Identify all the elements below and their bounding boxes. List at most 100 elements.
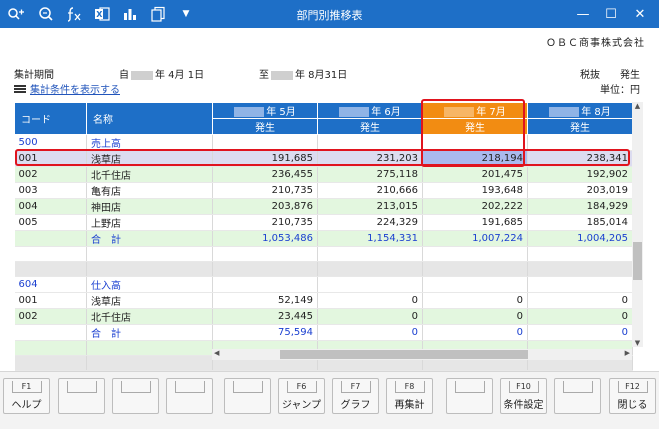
cell-name: 仕入高 <box>86 276 213 293</box>
scroll-down-icon[interactable]: ▼ <box>632 339 643 347</box>
fkey-number <box>120 381 151 393</box>
cell-name: 売上高 <box>86 134 213 151</box>
cell-code: 002 <box>14 166 87 183</box>
fkey-label: 条件設定 <box>503 400 544 411</box>
period-to-prefix: 至 <box>259 70 269 81</box>
cell-value <box>317 276 423 293</box>
tax-label: 税抜 <box>580 70 600 81</box>
scroll-up-icon[interactable]: ▲ <box>632 102 643 110</box>
table-row[interactable]: 合 計 75,594 0 0 0 <box>14 324 633 341</box>
header-sub-7: 発生 <box>422 118 528 135</box>
maximize-icon[interactable]: ☐ <box>598 4 624 24</box>
cell-code: 002 <box>14 308 87 325</box>
cell-value <box>317 261 423 277</box>
fkey-empty[interactable] <box>112 378 159 414</box>
header-month-7[interactable]: 年 7月 <box>422 102 528 119</box>
minimize-icon[interactable]: — <box>570 4 596 24</box>
list-icon <box>14 84 26 94</box>
fkey-label: ジャンプ <box>281 400 322 411</box>
table-row[interactable]: 500 売上高 <box>14 134 633 151</box>
close-icon[interactable]: ✕ <box>627 4 653 24</box>
table-row[interactable]: 002 北千住店 23,445 0 0 0 <box>14 308 633 325</box>
title-bar: X ▼ 部門別推移表 — ☐ ✕ <box>0 0 659 28</box>
period-to-date: 年 8月31日 <box>295 70 348 81</box>
cell-value <box>317 134 423 151</box>
fkey-number <box>174 381 205 393</box>
header-month-5[interactable]: 年 5月 <box>212 102 318 119</box>
cell-value: 23,445 <box>212 308 318 325</box>
cell-name: 合 計 <box>86 230 213 247</box>
masked-year <box>131 70 153 80</box>
header-code[interactable]: コード <box>14 102 87 135</box>
cell-value: 0 <box>317 308 423 325</box>
fkey-f10[interactable]: F10 条件設定 <box>500 378 547 414</box>
period-from: 自 年 4月 1日 <box>119 66 204 81</box>
table-row[interactable] <box>14 261 633 277</box>
scroll-left-icon[interactable]: ◀ <box>214 349 219 357</box>
fkey-empty[interactable] <box>58 378 105 414</box>
fkey-f8[interactable]: F8 再集計 <box>386 378 433 414</box>
cell-value: 210,735 <box>212 214 318 231</box>
table-row[interactable] <box>14 246 633 262</box>
table-row[interactable]: 001 浅草店 52,149 0 0 0 <box>14 292 633 309</box>
table-row[interactable]: 003 亀有店 210,735 210,666 193,648 203,019 <box>14 182 633 199</box>
table-row[interactable]: 合 計 1,053,486 1,154,331 1,007,224 1,004,205 <box>14 230 633 247</box>
cell-value <box>212 261 318 277</box>
month-label: 年 5月 <box>266 107 296 118</box>
fkey-empty[interactable] <box>554 378 601 414</box>
cell-code <box>14 340 87 356</box>
fkey-f6[interactable]: F6 ジャンプ <box>278 378 325 414</box>
cell-name <box>86 246 213 262</box>
fkey-number: F12 <box>617 381 648 393</box>
table-row[interactable]: 604 仕入高 <box>14 276 633 293</box>
fkey-empty[interactable] <box>166 378 213 414</box>
cell-code: 001 <box>14 292 87 309</box>
fkey-empty[interactable] <box>224 378 271 414</box>
month-label: 年 7月 <box>476 107 506 118</box>
fkey-f1[interactable]: F1 ヘルプ <box>3 378 50 414</box>
cell-value: 184,929 <box>527 198 633 215</box>
table-row[interactable]: 004 神田店 203,876 213,015 202,222 184,929 <box>14 198 633 215</box>
table-row[interactable]: 002 北千住店 236,455 275,118 201,475 192,902 <box>14 166 633 183</box>
table-row[interactable]: 001 浅草店 191,685 231,203 218,194 238,341 <box>14 150 633 167</box>
fkey-f7[interactable]: F7 グラフ <box>332 378 379 414</box>
cell-value: 218,194 <box>422 150 528 167</box>
masked-year <box>271 70 293 80</box>
fkey-f12[interactable]: F12 閉じる <box>609 378 656 414</box>
masked-year <box>444 107 475 117</box>
cell-code: 500 <box>14 134 87 151</box>
cell-value <box>422 276 528 293</box>
fkey-number: F1 <box>11 381 42 393</box>
cell-value: 0 <box>527 292 633 309</box>
fkey-number: F10 <box>508 381 539 393</box>
cell-name <box>86 261 213 277</box>
fkey-number: F7 <box>340 381 371 393</box>
vertical-scrollbar[interactable]: ▲ ▼ <box>632 102 643 347</box>
vertical-scroll-thumb[interactable] <box>633 242 642 280</box>
header-month-8[interactable]: 年 8月 <box>527 102 633 119</box>
cell-value: 0 <box>422 324 528 341</box>
horizontal-scrollbar[interactable]: ◀ ▶ <box>212 349 632 360</box>
transition-grid[interactable]: コード 名称 年 5月 年 6月 年 7月 年 8月 発生 発生 発生 発生 5… <box>14 102 633 387</box>
fkey-number <box>454 381 485 393</box>
table-row[interactable]: 005 上野店 210,735 224,329 191,685 185,014 <box>14 214 633 231</box>
fkey-label: 再集計 <box>394 400 425 411</box>
cell-value <box>212 276 318 293</box>
show-conditions-link[interactable]: 集計条件を表示する <box>14 81 120 96</box>
cell-value <box>422 134 528 151</box>
cell-code: 604 <box>14 276 87 293</box>
scroll-right-icon[interactable]: ▶ <box>625 349 630 357</box>
header-name[interactable]: 名称 <box>86 102 213 135</box>
cell-name: 浅草店 <box>86 292 213 309</box>
cell-value: 210,735 <box>212 182 318 199</box>
masked-year <box>234 107 265 117</box>
cell-name: 神田店 <box>86 198 213 215</box>
header-month-6[interactable]: 年 6月 <box>317 102 423 119</box>
cell-code: 005 <box>14 214 87 231</box>
fkey-empty[interactable] <box>446 378 493 414</box>
cell-value: 185,014 <box>527 214 633 231</box>
month-label: 年 8月 <box>581 107 611 118</box>
horizontal-scroll-thumb[interactable] <box>280 350 528 359</box>
cell-value <box>422 246 528 262</box>
cell-code <box>14 230 87 247</box>
